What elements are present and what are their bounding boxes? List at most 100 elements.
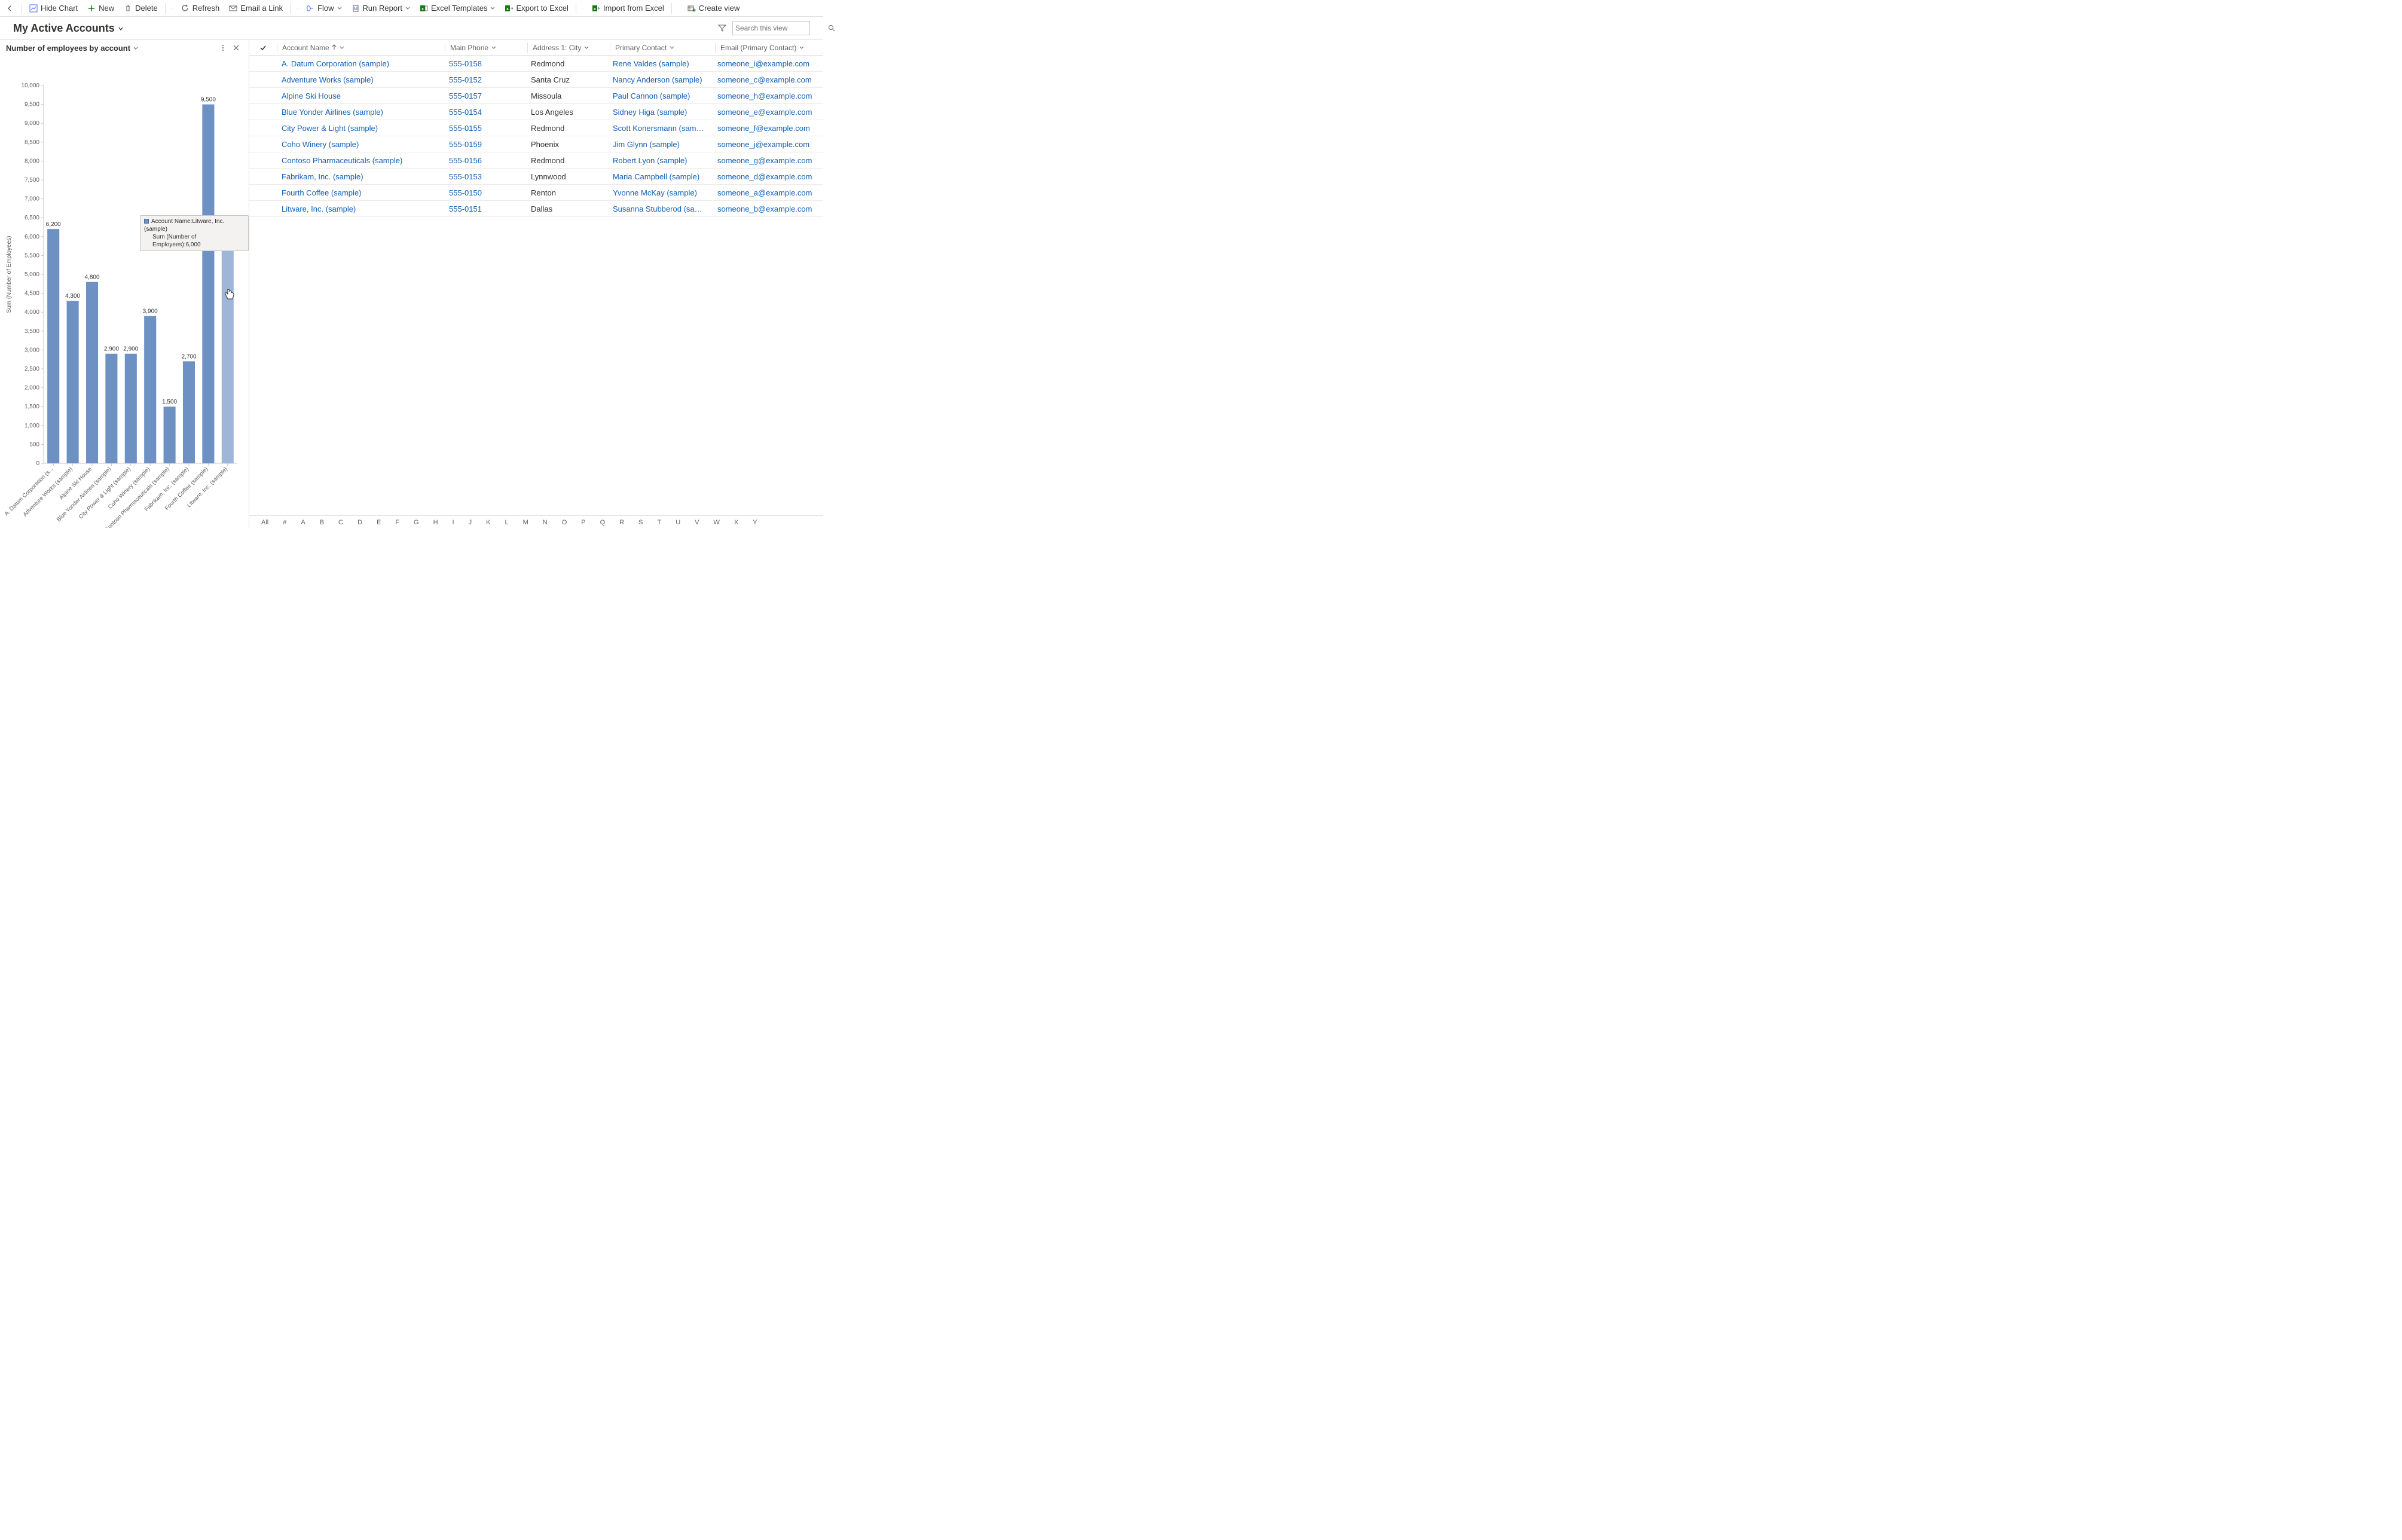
back-button[interactable] xyxy=(4,2,17,15)
cell-phone[interactable]: 555-0158 xyxy=(444,59,526,68)
alpha-item[interactable]: All xyxy=(254,519,276,526)
cell-account-name[interactable]: Fourth Coffee (sample) xyxy=(277,188,444,197)
alpha-item[interactable]: P xyxy=(574,519,592,526)
table-row[interactable]: City Power & Light (sample)555-0155Redmo… xyxy=(249,120,823,136)
alpha-item[interactable]: Q xyxy=(593,519,613,526)
cell-account-name[interactable]: Adventure Works (sample) xyxy=(277,75,444,84)
bar[interactable] xyxy=(125,354,137,463)
cell-account-name[interactable]: Contoso Pharmaceuticals (sample) xyxy=(277,156,444,165)
cell-phone[interactable]: 555-0154 xyxy=(444,108,526,117)
alpha-item[interactable]: Y xyxy=(745,519,764,526)
cell-account-name[interactable]: City Power & Light (sample) xyxy=(277,124,444,133)
refresh-button[interactable]: Refresh xyxy=(176,2,225,15)
cell-phone[interactable]: 555-0156 xyxy=(444,156,526,165)
cell-phone[interactable]: 555-0159 xyxy=(444,140,526,149)
alpha-item[interactable]: T xyxy=(650,519,668,526)
cell-contact[interactable]: Jim Glynn (sample) xyxy=(608,140,713,149)
cell-phone[interactable]: 555-0152 xyxy=(444,75,526,84)
cell-email[interactable]: someone_i@example.com xyxy=(713,59,823,68)
filter-button[interactable] xyxy=(716,22,729,35)
cell-contact[interactable]: Nancy Anderson (sample) xyxy=(608,75,713,84)
alpha-item[interactable]: X xyxy=(727,519,745,526)
table-row[interactable]: Contoso Pharmaceuticals (sample)555-0156… xyxy=(249,152,823,169)
cell-email[interactable]: someone_a@example.com xyxy=(713,188,823,197)
cell-email[interactable]: someone_g@example.com xyxy=(713,156,823,165)
select-all-column[interactable] xyxy=(249,44,277,51)
alpha-item[interactable]: J xyxy=(462,519,479,526)
search-box[interactable] xyxy=(732,21,810,35)
import-excel-button[interactable]: x Import from Excel xyxy=(587,2,669,15)
delete-dropdown[interactable] xyxy=(168,2,176,15)
cell-contact[interactable]: Yvonne McKay (sample) xyxy=(608,188,713,197)
chart-close-button[interactable] xyxy=(230,41,243,54)
cell-contact[interactable]: Susanna Stubberod (sample) xyxy=(608,204,713,213)
table-row[interactable]: Fourth Coffee (sample)555-0150RentonYvon… xyxy=(249,185,823,201)
bar[interactable] xyxy=(105,354,117,463)
table-row[interactable]: Litware, Inc. (sample)555-0151DallasSusa… xyxy=(249,201,823,217)
column-city[interactable]: Address 1: City xyxy=(528,44,610,52)
alpha-item[interactable]: R xyxy=(612,519,631,526)
bar[interactable] xyxy=(144,316,156,463)
table-row[interactable]: Alpine Ski House555-0157MissoulaPaul Can… xyxy=(249,88,823,104)
table-row[interactable]: Adventure Works (sample)555-0152Santa Cr… xyxy=(249,72,823,88)
flow-button[interactable]: Flow xyxy=(301,2,346,15)
cell-contact[interactable]: Scott Konersmann (sample) xyxy=(608,124,713,133)
alpha-item[interactable]: L xyxy=(497,519,515,526)
alpha-item[interactable]: W xyxy=(707,519,727,526)
column-main-phone[interactable]: Main Phone xyxy=(445,44,527,52)
bar[interactable] xyxy=(164,407,176,463)
alpha-item[interactable]: E xyxy=(369,519,388,526)
create-view-button[interactable]: Create view xyxy=(683,2,745,15)
hide-chart-button[interactable]: Hide Chart xyxy=(25,2,82,15)
cell-phone[interactable]: 555-0151 xyxy=(444,204,526,213)
cell-account-name[interactable]: A. Datum Corporation (sample) xyxy=(277,59,444,68)
run-report-button[interactable]: Run Report xyxy=(347,2,415,15)
chart-more-button[interactable] xyxy=(216,41,230,54)
bar[interactable] xyxy=(86,282,98,463)
search-input[interactable] xyxy=(735,24,828,32)
cell-contact[interactable]: Rene Valdes (sample) xyxy=(608,59,713,68)
alpha-item[interactable]: C xyxy=(331,519,350,526)
import-excel-dropdown[interactable] xyxy=(674,2,683,15)
cell-account-name[interactable]: Blue Yonder Airlines (sample) xyxy=(277,108,444,117)
alpha-item[interactable]: M xyxy=(516,519,536,526)
table-row[interactable]: Coho Winery (sample)555-0159PhoenixJim G… xyxy=(249,136,823,152)
cell-phone[interactable]: 555-0150 xyxy=(444,188,526,197)
excel-templates-button[interactable]: x Excel Templates xyxy=(415,2,500,15)
cell-email[interactable]: someone_c@example.com xyxy=(713,75,823,84)
cell-email[interactable]: someone_e@example.com xyxy=(713,108,823,117)
alpha-item[interactable]: K xyxy=(479,519,497,526)
view-selector[interactable]: My Active Accounts xyxy=(13,22,124,35)
bar[interactable] xyxy=(67,301,79,463)
bar[interactable] xyxy=(222,237,234,463)
column-account-name[interactable]: Account Name xyxy=(277,44,445,52)
cell-contact[interactable]: Paul Cannon (sample) xyxy=(608,91,713,100)
alpha-item[interactable]: I xyxy=(445,519,462,526)
cell-email[interactable]: someone_h@example.com xyxy=(713,91,823,100)
column-primary-contact[interactable]: Primary Contact xyxy=(610,44,715,52)
cell-phone[interactable]: 555-0155 xyxy=(444,124,526,133)
alpha-item[interactable]: A xyxy=(294,519,312,526)
alpha-item[interactable]: S xyxy=(631,519,650,526)
cell-contact[interactable]: Sidney Higa (sample) xyxy=(608,108,713,117)
new-button[interactable]: New xyxy=(82,2,119,15)
cell-email[interactable]: someone_d@example.com xyxy=(713,172,823,181)
alpha-item[interactable]: O xyxy=(555,519,574,526)
bar[interactable] xyxy=(202,105,214,463)
cell-account-name[interactable]: Coho Winery (sample) xyxy=(277,140,444,149)
alpha-item[interactable]: N xyxy=(536,519,555,526)
export-excel-dropdown[interactable] xyxy=(579,2,587,15)
cell-email[interactable]: someone_b@example.com xyxy=(713,204,823,213)
alpha-item[interactable]: G xyxy=(407,519,426,526)
alpha-item[interactable]: B xyxy=(313,519,331,526)
cell-contact[interactable]: Robert Lyon (sample) xyxy=(608,156,713,165)
column-email[interactable]: Email (Primary Contact) xyxy=(716,44,823,52)
export-excel-button[interactable]: x Export to Excel xyxy=(500,2,573,15)
alpha-item[interactable]: D xyxy=(350,519,369,526)
alpha-item[interactable]: V xyxy=(687,519,706,526)
cell-phone[interactable]: 555-0157 xyxy=(444,91,526,100)
alpha-item[interactable]: U xyxy=(668,519,687,526)
cell-email[interactable]: someone_j@example.com xyxy=(713,140,823,149)
email-link-dropdown[interactable] xyxy=(293,2,301,15)
cell-phone[interactable]: 555-0153 xyxy=(444,172,526,181)
